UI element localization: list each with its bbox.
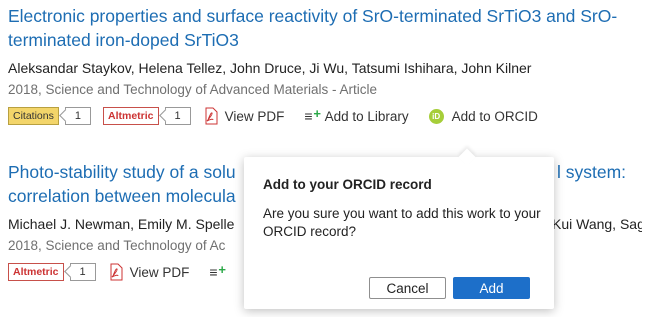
result-authors-right: Kui Wang, Sag… xyxy=(552,216,642,232)
pdf-icon xyxy=(110,263,123,281)
result-authors-left: Michael J. Newman, Emily M. Spelle xyxy=(8,216,235,232)
altmetric-label: Altmetric xyxy=(102,107,159,125)
citations-badge[interactable]: Citations 1 xyxy=(8,107,91,125)
modal-body: Are you sure you want to add this work t… xyxy=(263,206,541,239)
citations-count: 1 xyxy=(64,107,91,125)
altmetric-count: 1 xyxy=(69,263,96,281)
view-pdf-label: View PDF xyxy=(224,108,285,124)
modal-title: Add to your ORCID record xyxy=(263,177,432,192)
add-to-library-label: Add to Library xyxy=(324,108,409,124)
result-title-left: Photo-stability study of a solu xyxy=(8,162,236,182)
modal-actions: Cancel Add xyxy=(362,277,530,299)
cancel-button[interactable]: Cancel xyxy=(369,277,446,299)
add-to-library-link[interactable]: ≡ + xyxy=(209,262,227,280)
add-to-library-icon: ≡ + xyxy=(304,106,321,124)
add-to-orcid-modal: Add to your ORCID record Are you sure yo… xyxy=(244,157,554,309)
altmetric-badge[interactable]: Altmetric 1 xyxy=(8,263,96,281)
view-pdf-label: View PDF xyxy=(129,264,190,280)
altmetric-count: 1 xyxy=(164,107,191,125)
result-title-right: l system: xyxy=(557,162,627,182)
add-to-orcid-link[interactable]: iD Add to ORCID xyxy=(428,108,538,124)
view-pdf-link[interactable]: View PDF xyxy=(203,107,285,125)
orcid-icon: iD xyxy=(428,108,444,124)
citations-label: Citations xyxy=(8,107,59,125)
search-result-1: Electronic properties and surface reacti… xyxy=(8,4,642,127)
add-button[interactable]: Add xyxy=(453,277,530,299)
result-actions: Citations 1 Altmetric 1 View PDF ≡ + Add … xyxy=(8,105,642,127)
add-to-orcid-label: Add to ORCID xyxy=(451,108,538,124)
result-authors: Aleksandar Staykov, Helena Tellez, John … xyxy=(8,60,532,76)
altmetric-label: Altmetric xyxy=(8,263,64,281)
pdf-icon xyxy=(205,107,218,125)
result-title[interactable]: Electronic properties and surface reacti… xyxy=(8,4,642,52)
result-meta: 2018, Science and Technology of Advanced… xyxy=(8,82,377,97)
view-pdf-link[interactable]: View PDF xyxy=(108,263,190,281)
add-to-library-icon: ≡ + xyxy=(209,262,227,280)
add-to-library-link[interactable]: ≡ + Add to Library xyxy=(304,106,409,124)
altmetric-badge[interactable]: Altmetric 1 xyxy=(102,107,191,125)
